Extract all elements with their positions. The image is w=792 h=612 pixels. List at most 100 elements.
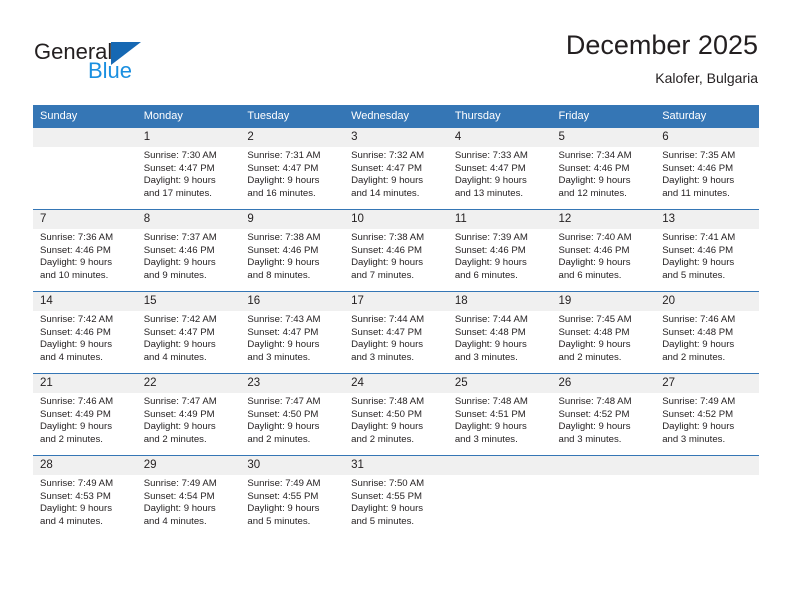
sunrise-text: Sunrise: 7:46 AM <box>40 396 114 407</box>
daylight-text-line2: and 3 minutes. <box>247 351 311 363</box>
day-cell: 5 Sunrise: 7:34 AM Sunset: 4:46 PM Daylight… <box>551 127 656 209</box>
calendar-day-cell[interactable]: 27 Sunrise: 7:49 AM Sunset: 4:52 PM Dayligh… <box>655 373 759 455</box>
day-number: 21 <box>33 374 137 393</box>
day-number: 1 <box>136 128 241 147</box>
sunset-text: Sunset: 4:46 PM <box>40 244 111 256</box>
sunset-text: Sunset: 4:47 PM <box>143 162 215 174</box>
calendar-day-cell[interactable]: 7 Sunrise: 7:36 AM Sunset: 4:46 PM Daylight… <box>33 209 137 291</box>
daylight-text-line2: and 4 minutes. <box>143 351 207 363</box>
calendar-day-cell[interactable]: 9 Sunrise: 7:38 AM Sunset: 4:46 PM Daylight… <box>240 209 345 291</box>
daylight-text-line1: Daylight: 9 hours <box>558 421 631 433</box>
page-title: December 2025 <box>565 30 758 60</box>
sunset-text: Sunset: 4:47 PM <box>351 162 423 174</box>
sunset-text: Sunset: 4:46 PM <box>558 244 630 256</box>
calendar-week-row: 1 Sunrise: 7:30 AM Sunset: 4:47 PM Daylight… <box>33 127 759 209</box>
day-info: Sunrise: 7:48 AM Sunset: 4:52 PM Daylight:… <box>552 393 656 446</box>
calendar-day-cell <box>33 127 137 209</box>
daylight-text-line1: Daylight: 9 hours <box>247 339 320 351</box>
calendar-day-cell[interactable]: 24 Sunrise: 7:48 AM Sunset: 4:50 PM Dayligh… <box>344 373 448 455</box>
day-cell: 3 Sunrise: 7:32 AM Sunset: 4:47 PM Daylight… <box>344 127 448 209</box>
daylight-text-line1: Daylight: 9 hours <box>662 421 735 433</box>
calendar-day-cell[interactable]: 20 Sunrise: 7:46 AM Sunset: 4:48 PM Dayligh… <box>655 291 759 373</box>
calendar-day-cell[interactable]: 13 Sunrise: 7:41 AM Sunset: 4:46 PM Dayligh… <box>655 209 759 291</box>
daylight-text-line1: Daylight: 9 hours <box>558 257 631 269</box>
empty-day-cell <box>551 455 656 537</box>
daylight-text-line2: and 13 minutes. <box>454 187 524 199</box>
daylight-text-line2: and 17 minutes. <box>143 187 212 199</box>
calendar-day-cell[interactable]: 16 Sunrise: 7:43 AM Sunset: 4:47 PM Dayligh… <box>240 291 345 373</box>
daylight-text-line2: and 4 minutes. <box>143 515 207 527</box>
day-cell: 26 Sunrise: 7:48 AM Sunset: 4:52 PM Dayligh… <box>551 373 656 455</box>
sunrise-text: Sunrise: 7:43 AM <box>247 314 321 325</box>
calendar-day-cell[interactable]: 25 Sunrise: 7:48 AM Sunset: 4:51 PM Dayligh… <box>447 373 552 455</box>
sunrise-text: Sunrise: 7:48 AM <box>351 396 425 407</box>
brand-logo[interactable]: General Blue <box>34 36 254 96</box>
day-info: Sunrise: 7:46 AM Sunset: 4:49 PM Daylight:… <box>33 393 137 446</box>
calendar-day-cell[interactable]: 21 Sunrise: 7:46 AM Sunset: 4:49 PM Dayligh… <box>33 373 137 455</box>
day-cell: 28 Sunrise: 7:49 AM Sunset: 4:53 PM Dayligh… <box>33 455 137 537</box>
calendar-day-cell[interactable]: 22 Sunrise: 7:47 AM Sunset: 4:49 PM Dayligh… <box>136 373 241 455</box>
calendar-day-cell[interactable]: 29 Sunrise: 7:49 AM Sunset: 4:54 PM Dayligh… <box>136 455 241 537</box>
sunrise-text: Sunrise: 7:49 AM <box>143 478 217 489</box>
calendar-day-cell[interactable]: 17 Sunrise: 7:44 AM Sunset: 4:47 PM Dayligh… <box>344 291 448 373</box>
day-number: 26 <box>551 374 656 393</box>
sunset-text: Sunset: 4:47 PM <box>247 326 319 338</box>
sunrise-text: Sunrise: 7:49 AM <box>662 396 736 407</box>
daylight-text-line2: and 16 minutes. <box>247 187 316 199</box>
calendar-day-cell[interactable]: 10 Sunrise: 7:38 AM Sunset: 4:46 PM Dayligh… <box>344 209 448 291</box>
day-number: 9 <box>240 210 345 229</box>
calendar-day-cell[interactable]: 19 Sunrise: 7:45 AM Sunset: 4:48 PM Dayligh… <box>551 291 656 373</box>
calendar-day-cell[interactable]: 1 Sunrise: 7:30 AM Sunset: 4:47 PM Daylight… <box>136 127 241 209</box>
calendar-day-cell[interactable]: 23 Sunrise: 7:47 AM Sunset: 4:50 PM Dayligh… <box>240 373 345 455</box>
calendar-day-cell[interactable]: 3 Sunrise: 7:32 AM Sunset: 4:47 PM Daylight… <box>344 127 448 209</box>
calendar-day-cell <box>447 455 552 537</box>
sunrise-text: Sunrise: 7:32 AM <box>351 150 425 161</box>
calendar-day-cell[interactable]: 26 Sunrise: 7:48 AM Sunset: 4:52 PM Dayligh… <box>551 373 656 455</box>
calendar-day-cell[interactable]: 11 Sunrise: 7:39 AM Sunset: 4:46 PM Dayligh… <box>447 209 552 291</box>
calendar-day-cell <box>655 455 759 537</box>
daylight-text-line1: Daylight: 9 hours <box>351 503 424 515</box>
day-info: Sunrise: 7:31 AM Sunset: 4:47 PM Daylight:… <box>240 147 344 200</box>
day-number: 20 <box>655 292 759 311</box>
calendar-day-cell[interactable]: 6 Sunrise: 7:35 AM Sunset: 4:46 PM Daylight… <box>655 127 759 209</box>
calendar-day-cell[interactable]: 4 Sunrise: 7:33 AM Sunset: 4:47 PM Daylight… <box>447 127 552 209</box>
daylight-text-line2: and 3 minutes. <box>351 351 415 363</box>
day-info: Sunrise: 7:42 AM Sunset: 4:46 PM Daylight:… <box>33 311 137 364</box>
calendar-day-cell[interactable]: 31 Sunrise: 7:50 AM Sunset: 4:55 PM Dayligh… <box>344 455 448 537</box>
daylight-text-line1: Daylight: 9 hours <box>662 175 735 187</box>
day-number <box>33 128 137 147</box>
daylight-text-line1: Daylight: 9 hours <box>351 257 424 269</box>
calendar-day-cell[interactable]: 28 Sunrise: 7:49 AM Sunset: 4:53 PM Dayligh… <box>33 455 137 537</box>
day-number: 5 <box>551 128 656 147</box>
day-number: 18 <box>447 292 552 311</box>
day-number: 8 <box>136 210 241 229</box>
calendar-day-cell[interactable]: 14 Sunrise: 7:42 AM Sunset: 4:46 PM Dayligh… <box>33 291 137 373</box>
sunset-text: Sunset: 4:55 PM <box>247 490 319 502</box>
day-number: 27 <box>655 374 759 393</box>
sunrise-text: Sunrise: 7:37 AM <box>143 232 217 243</box>
daylight-text-line1: Daylight: 9 hours <box>143 421 216 433</box>
day-number: 22 <box>136 374 241 393</box>
daylight-text-line2: and 14 minutes. <box>351 187 420 199</box>
daylight-text-line2: and 7 minutes. <box>351 269 415 281</box>
calendar-day-cell[interactable]: 15 Sunrise: 7:42 AM Sunset: 4:47 PM Dayligh… <box>136 291 241 373</box>
calendar-day-cell[interactable]: 8 Sunrise: 7:37 AM Sunset: 4:46 PM Daylight… <box>136 209 241 291</box>
day-cell: 27 Sunrise: 7:49 AM Sunset: 4:52 PM Dayligh… <box>655 373 759 455</box>
sunset-text: Sunset: 4:53 PM <box>40 490 111 502</box>
day-info: Sunrise: 7:45 AM Sunset: 4:48 PM Daylight:… <box>552 311 656 364</box>
sunset-text: Sunset: 4:47 PM <box>454 162 526 174</box>
calendar-day-cell[interactable]: 12 Sunrise: 7:40 AM Sunset: 4:46 PM Dayligh… <box>551 209 656 291</box>
empty-day-cell <box>655 455 759 537</box>
day-info: Sunrise: 7:50 AM Sunset: 4:55 PM Daylight:… <box>344 475 448 528</box>
day-cell: 29 Sunrise: 7:49 AM Sunset: 4:54 PM Dayligh… <box>136 455 241 537</box>
calendar-day-cell[interactable]: 5 Sunrise: 7:34 AM Sunset: 4:46 PM Daylight… <box>551 127 656 209</box>
daylight-text-line1: Daylight: 9 hours <box>454 421 527 433</box>
day-cell: 30 Sunrise: 7:49 AM Sunset: 4:55 PM Dayligh… <box>240 455 345 537</box>
calendar-day-cell[interactable]: 18 Sunrise: 7:44 AM Sunset: 4:48 PM Dayligh… <box>447 291 552 373</box>
calendar-day-cell[interactable]: 2 Sunrise: 7:31 AM Sunset: 4:47 PM Daylight… <box>240 127 345 209</box>
sunrise-text: Sunrise: 7:50 AM <box>351 478 425 489</box>
daylight-text-line1: Daylight: 9 hours <box>143 339 216 351</box>
weekday-header-tuesday: Tuesday <box>240 105 345 127</box>
calendar-day-cell[interactable]: 30 Sunrise: 7:49 AM Sunset: 4:55 PM Dayligh… <box>240 455 345 537</box>
calendar-week-row: 7 Sunrise: 7:36 AM Sunset: 4:46 PM Daylight… <box>33 209 759 291</box>
